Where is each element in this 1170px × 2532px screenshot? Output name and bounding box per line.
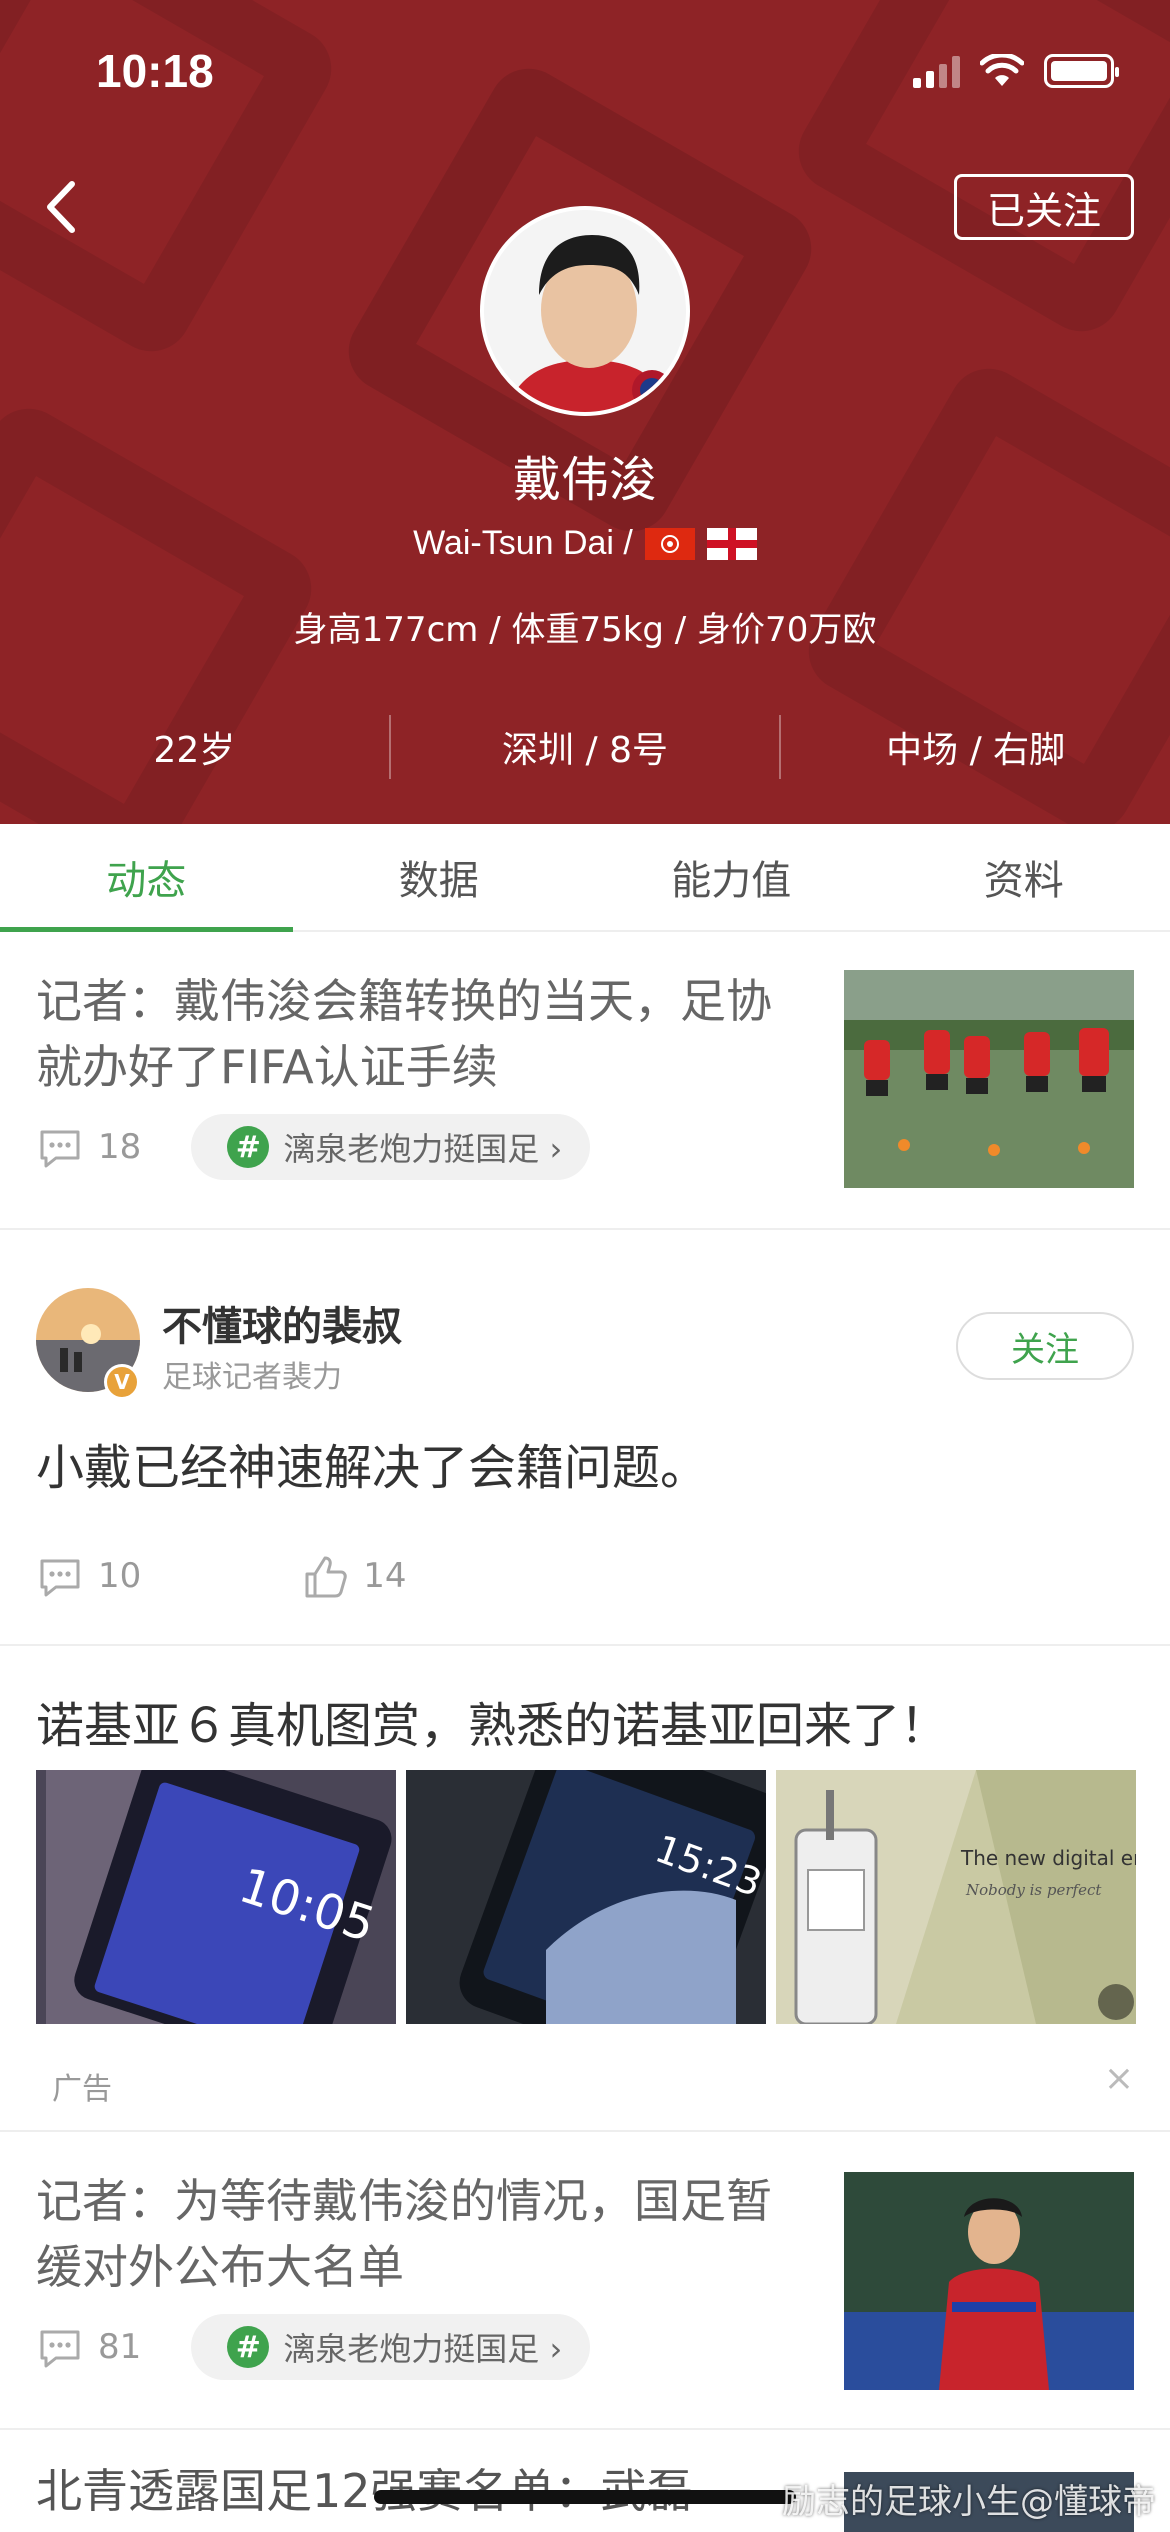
news-meta: 81 # 漓泉老炮力挺国足 › — [36, 2314, 591, 2380]
author-subtitle: 足球记者裴力 — [162, 1360, 342, 1395]
player-position-foot: 中场 / 右脚 — [886, 730, 1066, 771]
wifi-icon — [980, 54, 1024, 86]
ad-label: 广告 — [52, 2072, 112, 2107]
news-item[interactable]: 记者：戴伟浚会籍转换的当天，足协就办好了FIFA认证手续 18 # 漓泉老炮力挺… — [0, 934, 1170, 1230]
status-icons — [913, 54, 1119, 88]
profile-tabs: 动态 数据 能力值 资料 — [0, 824, 1170, 932]
player-english-name-row: Wai-Tsun Dai / — [0, 524, 1170, 563]
tab-stats[interactable]: 数据 — [293, 824, 586, 930]
ad-image[interactable]: The new digital er Nobody is perfect — [776, 1770, 1136, 2024]
player-info-row: 22岁 深圳 / 8号 中场 / 右脚 — [0, 712, 1170, 782]
comment-count: 18 — [98, 1127, 142, 1167]
ad-title: 诺基亚６真机图赏，熟悉的诺基亚回来了！ — [36, 1698, 949, 1754]
player-club-number: 深圳 / 8号 — [502, 730, 668, 771]
ad-image[interactable]: 15:23 — [406, 1770, 766, 2024]
news-thumbnail — [844, 970, 1134, 1188]
tab-profile[interactable]: 资料 — [878, 824, 1170, 930]
battery-icon — [1044, 54, 1119, 88]
topic-tag[interactable]: # 漓泉老炮力挺国足 › — [191, 2314, 591, 2380]
player-english-name: Wai-Tsun Dai / — [413, 524, 633, 562]
hong-kong-flag-icon — [644, 527, 695, 560]
ad-image-text: The new digital er — [960, 1846, 1136, 1870]
watermark: 励志的足球小生@懂球帝 — [782, 2482, 1156, 2522]
author-name[interactable]: 不懂球的裴叔 — [162, 1294, 402, 1352]
hashtag-icon: # — [227, 1126, 270, 1168]
player-physical-stats: 身高177cm / 体重75kg / 身价70万欧 — [293, 610, 877, 650]
verified-badge-icon: V — [104, 1364, 140, 1400]
player-avatar — [480, 206, 690, 416]
topic-label: 漓泉老炮力挺国足 › — [283, 1130, 563, 1168]
following-button[interactable]: 已关注 — [954, 174, 1134, 240]
player-name: 戴伟浚 — [512, 452, 657, 508]
ad-images: 10:05 15:23 The new digital er Nobody is… — [36, 1770, 1136, 2024]
tab-feed[interactable]: 动态 — [0, 824, 293, 932]
england-flag-icon — [706, 527, 757, 560]
news-meta: 18 # 漓泉老炮力挺国足 › — [36, 1114, 591, 1180]
comment-icon — [40, 1130, 80, 1168]
news-item[interactable]: 记者：为等待戴伟浚的情况，国足暂缓对外公布大名单 81 # 漓泉老炮力挺国足 › — [0, 2134, 1170, 2430]
ad-image-text: Nobody is perfect — [965, 1881, 1102, 1899]
comment-icon[interactable] — [36, 1555, 84, 1597]
post-meta: 10 14 — [36, 1552, 407, 1600]
comment-count: 10 — [98, 1556, 142, 1596]
like-icon[interactable] — [301, 1552, 349, 1600]
follow-button[interactable]: 关注 — [956, 1312, 1134, 1380]
topic-tag[interactable]: # 漓泉老炮力挺国足 › — [191, 1114, 591, 1180]
comment-count: 81 — [98, 2327, 142, 2367]
status-time: 10:18 — [96, 45, 214, 97]
signal-icon — [913, 54, 960, 88]
close-icon[interactable]: × — [1104, 2058, 1134, 2099]
news-title: 记者：为等待戴伟浚的情况，国足暂缓对外公布大名单 — [36, 2174, 772, 2294]
home-indicator[interactable] — [374, 2490, 796, 2504]
news-title: 记者：戴伟浚会籍转换的当天，足协就办好了FIFA认证手续 — [36, 974, 772, 1094]
player-age: 22岁 — [153, 730, 236, 771]
back-arrow-icon[interactable] — [36, 172, 96, 242]
header-pattern — [784, 0, 1170, 346]
comment-icon — [40, 2330, 80, 2368]
news-thumbnail — [844, 2172, 1134, 2390]
hashtag-icon: # — [227, 2326, 270, 2368]
player-header: 10:18 已关注 戴伟浚 Wai-Tsun Dai / 身高177cm / 体… — [0, 0, 1170, 824]
like-count: 14 — [363, 1556, 407, 1596]
tab-ability[interactable]: 能力值 — [585, 824, 878, 930]
user-post[interactable]: V 不懂球的裴叔 足球记者裴力 关注 小戴已经神速解决了会籍问题。 10 14 — [0, 1232, 1170, 1646]
topic-label: 漓泉老炮力挺国足 › — [283, 2330, 563, 2368]
ad-image[interactable]: 10:05 — [36, 1770, 396, 2024]
post-body: 小戴已经神速解决了会籍问题。 — [36, 1440, 709, 1496]
ad-item[interactable]: 诺基亚６真机图赏，熟悉的诺基亚回来了！ 10:05 15:23 The new … — [0, 1648, 1170, 2132]
